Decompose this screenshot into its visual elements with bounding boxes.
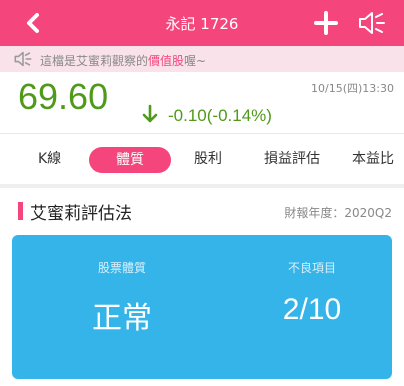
down-arrow-icon	[142, 104, 158, 124]
notice-highlight: 價值股	[148, 54, 185, 68]
top-bar: 永記 1726	[0, 0, 404, 46]
tab-pe-ratio[interactable]: 本益比	[352, 148, 394, 168]
stock-title: 永記 1726	[165, 15, 239, 33]
current-price: 69.60	[18, 76, 109, 117]
quote-timestamp: 10/15(四)13:30	[311, 82, 394, 95]
tab-profit-evaluation[interactable]: 損益評估	[264, 148, 320, 168]
health-value: 正常	[92, 302, 152, 335]
health-label: 股票體質	[97, 261, 146, 275]
evaluation-card: 股票體質 正常 不良項目 2/10	[12, 235, 392, 379]
section-marker	[18, 202, 23, 220]
tab-bar: K線 體質 股利 損益評估 本益比	[0, 134, 404, 184]
bad-items-value: 2/10	[282, 293, 342, 326]
value-stock-notice: 這檔是艾蜜莉觀察的價值股喔~	[0, 46, 404, 72]
tab-fundamentals[interactable]: 體質	[89, 147, 171, 173]
speaker-icon	[14, 51, 32, 67]
add-icon[interactable]	[314, 11, 338, 35]
fiscal-year: 財報年度：2020Q2	[284, 206, 392, 220]
notice-text: 這檔是艾蜜莉觀察的價值股喔~	[40, 52, 206, 69]
divider	[0, 184, 404, 188]
price-change: -0.10(-0.14%)	[168, 106, 272, 125]
section-title: 艾蜜莉評估法	[30, 204, 132, 224]
bad-items-label: 不良項目	[287, 261, 336, 275]
notice-prefix: 這檔是艾蜜莉觀察的	[40, 54, 149, 68]
tab-dividend[interactable]: 股利	[194, 148, 222, 168]
notice-suffix: 喔~	[184, 54, 207, 68]
tab-kline[interactable]: K線	[38, 148, 61, 168]
speaker-icon[interactable]	[358, 11, 386, 35]
